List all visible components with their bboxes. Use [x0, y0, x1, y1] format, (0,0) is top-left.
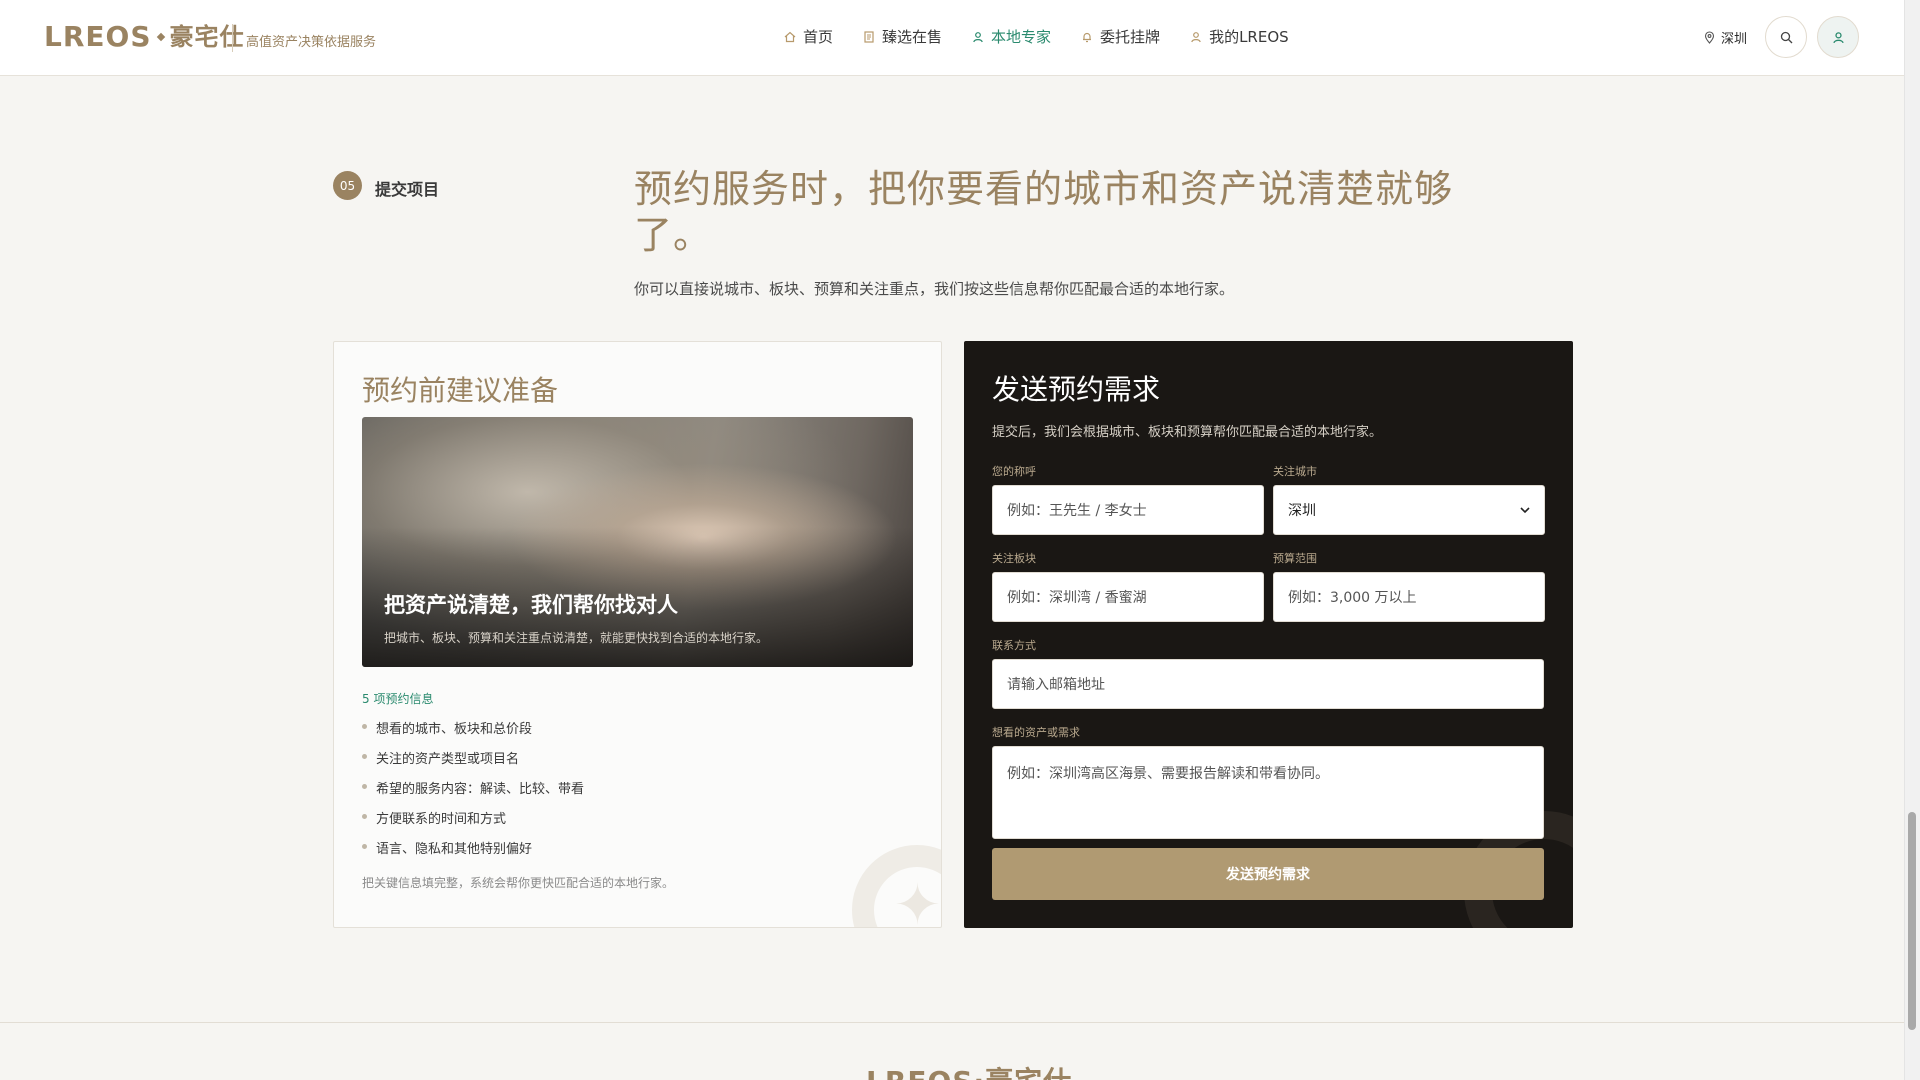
list-item-text: 关注的资产类型或项目名 — [376, 752, 520, 767]
section-title: 预约服务时，把你要看的城市和资产说清楚就够了。 — [634, 167, 1454, 257]
footer-logo[interactable]: LREOS·豪宅仕 — [866, 1060, 1072, 1080]
needs-textarea[interactable]: 例如：深圳湾高区海景、需要报告解读和带看协同。 — [992, 746, 1544, 839]
prep-card-title: 预约前建议准备 — [362, 374, 559, 407]
city-label: 深圳 — [1721, 32, 1748, 47]
city-select-value: 深圳 — [1288, 503, 1316, 519]
nav-item-listings[interactable]: 臻选在售 — [863, 26, 942, 47]
name-label: 您的称呼 — [992, 465, 1036, 478]
info-count-heading: 5 项预约信息 — [362, 692, 434, 706]
name-input[interactable]: 例如：王先生 / 李女士 — [992, 485, 1264, 535]
bullet-icon — [362, 754, 367, 759]
brand-logo[interactable]: LREOS 豪宅仕 — [44, 22, 245, 52]
nav-item-local-experts[interactable]: 本地专家 — [972, 26, 1051, 47]
step-number-badge: 05 — [333, 171, 362, 200]
prep-card: 预约前建议准备 把资产说清楚，我们帮你找对人 把城市、板块、预算和关注重点说清楚… — [333, 341, 942, 928]
logo-divider — [232, 24, 233, 52]
submit-booking-button[interactable]: 发送预约需求 — [992, 848, 1544, 900]
step-label: 提交项目 — [375, 180, 440, 199]
nav-label: 我的LREOS — [1209, 28, 1289, 46]
nav-label: 委托挂牌 — [1100, 28, 1161, 46]
prep-note: 把关键信息填完整，系统会帮你更快匹配合适的本地行家。 — [362, 876, 675, 890]
budget-input[interactable]: 例如：3,000 万以上 — [1273, 572, 1545, 622]
contact-email-input[interactable]: 请输入邮箱地址 — [992, 659, 1544, 709]
contact-label: 联系方式 — [992, 639, 1036, 652]
main-nav: 首页 臻选在售 本地专家 委托挂牌 我的LREOS — [784, 26, 1289, 47]
nav-label: 臻选在售 — [882, 28, 943, 46]
nav-label: 本地专家 — [991, 28, 1052, 46]
nav-label: 首页 — [803, 28, 834, 46]
prep-info-list: 想看的城市、板块和总价段 关注的资产类型或项目名 希望的服务内容：解读、比较、带… — [362, 718, 584, 868]
city-label: 关注城市 — [1273, 465, 1317, 478]
chevron-down-icon — [1520, 506, 1530, 513]
bullet-icon — [362, 724, 367, 729]
form-subtitle: 提交后，我们会根据城市、板块和预算帮你匹配最合适的本地行家。 — [992, 425, 1383, 440]
person-icon — [973, 31, 983, 42]
list-item-text: 方便联系的时间和方式 — [376, 812, 507, 827]
list-item: 想看的城市、板块和总价段 — [362, 718, 584, 748]
footer-divider — [0, 1022, 1904, 1023]
city-selector[interactable]: 深圳 — [1704, 28, 1747, 47]
nav-item-consign[interactable]: 委托挂牌 — [1081, 26, 1160, 47]
handshake-hero-image: 把资产说清楚，我们帮你找对人 把城市、板块、预算和关注重点说清楚，就能更快找到合… — [362, 417, 913, 667]
booking-form-card: 发送预约需求 提交后，我们会根据城市、板块和预算帮你匹配最合适的本地行家。 您的… — [964, 341, 1573, 928]
document-icon — [864, 30, 874, 43]
search-icon — [1780, 31, 1792, 43]
section-subtitle: 你可以直接说城市、板块、预算和关注重点，我们按这些信息帮你匹配最合适的本地行家。 — [634, 280, 1235, 298]
logo-chinese: 豪宅仕 — [169, 23, 245, 51]
account-button[interactable] — [1817, 16, 1859, 58]
search-button[interactable] — [1765, 16, 1807, 58]
bullet-icon — [362, 784, 367, 789]
bullet-icon — [362, 814, 367, 819]
nav-item-my-lreos[interactable]: 我的LREOS — [1190, 26, 1289, 47]
list-item: 关注的资产类型或项目名 — [362, 748, 584, 778]
logo-diamond-icon — [156, 32, 165, 42]
top-header: LREOS 豪宅仕 高值资产决策依据服务 首页 臻选在售 本地专家 委托挂牌 我… — [0, 0, 1904, 76]
list-item-text: 语言、隐私和其他特别偏好 — [376, 842, 533, 857]
list-item: 希望的服务内容：解读、比较、带看 — [362, 778, 584, 808]
budget-label: 预算范围 — [1273, 552, 1317, 565]
watermark-star-icon — [852, 845, 941, 927]
needs-label: 想看的资产或需求 — [992, 726, 1080, 739]
hero-subtitle: 把城市、板块、预算和关注重点说清楚，就能更快找到合适的本地行家。 — [384, 631, 769, 645]
list-item-text: 想看的城市、板块和总价段 — [376, 722, 533, 737]
list-item-text: 希望的服务内容：解读、比较、带看 — [376, 782, 585, 797]
city-select[interactable]: 深圳 — [1273, 485, 1545, 535]
list-item: 语言、隐私和其他特别偏好 — [362, 838, 584, 868]
hero-title: 把资产说清楚，我们帮你找对人 — [384, 593, 678, 617]
area-label: 关注板块 — [992, 552, 1036, 565]
area-input[interactable]: 例如：深圳湾 / 香蜜湖 — [992, 572, 1264, 622]
list-item: 方便联系的时间和方式 — [362, 808, 584, 838]
scrollbar-thumb[interactable] — [1908, 812, 1916, 1030]
account-icon — [1832, 31, 1844, 43]
location-pin-icon — [1704, 31, 1715, 44]
form-title: 发送预约需求 — [992, 373, 1161, 406]
nav-item-home[interactable]: 首页 — [784, 26, 833, 47]
user-icon — [1191, 31, 1201, 42]
bell-icon — [1083, 32, 1092, 42]
brand-tagline: 高值资产决策依据服务 — [246, 35, 377, 50]
home-icon — [784, 31, 796, 42]
bullet-icon — [362, 844, 367, 849]
logo-text: LREOS — [44, 20, 152, 53]
